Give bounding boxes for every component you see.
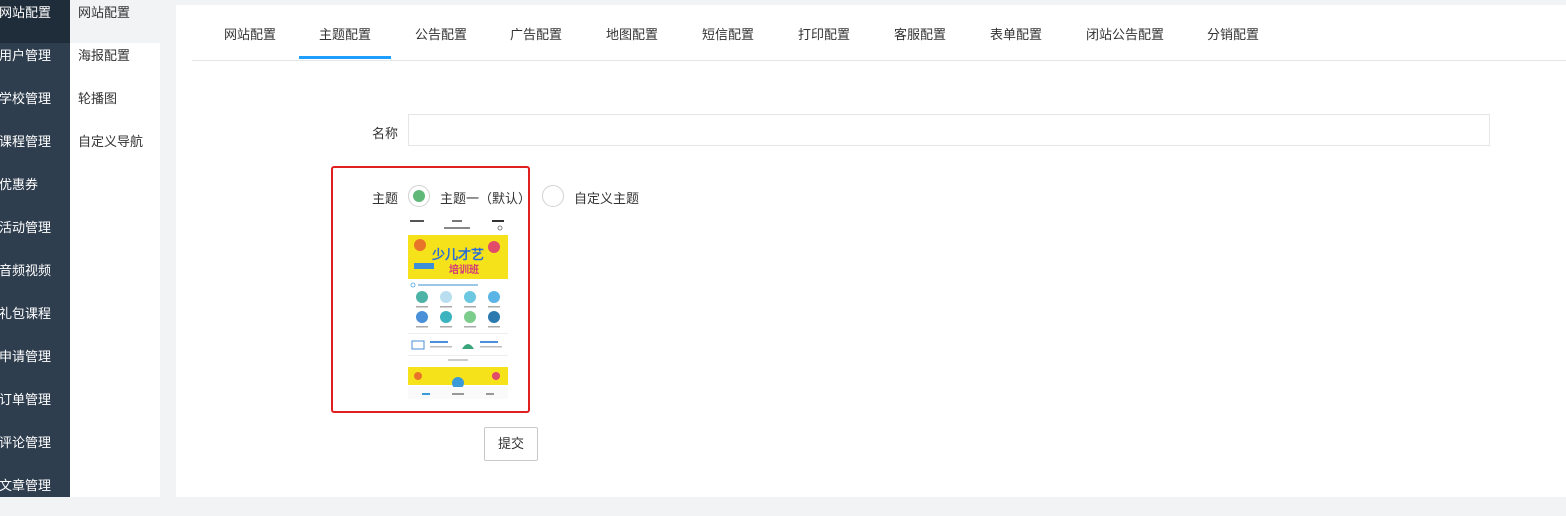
theme-preview-image: 少儿才艺 培训班 xyxy=(408,217,508,399)
tab-sms-config[interactable]: 短信配置 xyxy=(702,5,754,58)
tab-theme-config[interactable]: 主题配置 xyxy=(299,5,392,59)
sidebar-item-media[interactable]: 音频视频 xyxy=(0,258,70,301)
sidebar-item-coupons[interactable]: 优惠券 xyxy=(0,172,70,215)
sidebar-item-activities[interactable]: 活动管理 xyxy=(0,215,70,258)
tab-print-config[interactable]: 打印配置 xyxy=(798,5,850,58)
subnav-item-poster-config[interactable]: 海报配置 xyxy=(70,43,160,86)
sidebar-item-label: 申请管理 xyxy=(0,350,52,365)
tab-form-config[interactable]: 表单配置 xyxy=(990,5,1042,58)
submit-button[interactable]: 提交 xyxy=(484,427,538,461)
main-sidebar: 网站配置 用户管理 学校管理 课程管理 优惠券 活动管理 音频视频 礼包课程 申… xyxy=(0,0,70,497)
sidebar-item-label: 文章管理 xyxy=(0,479,52,494)
sub-navigation: 网站配置 海报配置 轮播图 自定义导航 xyxy=(70,0,160,497)
sidebar-item-label: 网站配置 xyxy=(0,6,52,21)
sidebar-item-users[interactable]: 用户管理 xyxy=(0,43,70,86)
sidebar-item-comments[interactable]: 评论管理 xyxy=(0,430,70,473)
theme-preview-svg: 少儿才艺 培训班 xyxy=(408,217,508,399)
sidebar-item-articles[interactable]: 文章管理 xyxy=(0,473,70,516)
tab-closure-notice-config[interactable]: 闭站公告配置 xyxy=(1086,5,1164,58)
preview-banner-subtitle: 培训班 xyxy=(449,263,479,276)
theme-custom-label[interactable]: 自定义主题 xyxy=(574,188,639,207)
sidebar-item-label: 礼包课程 xyxy=(0,307,52,322)
sidebar-item-label: 学校管理 xyxy=(0,92,52,107)
main-panel: 网站配置 主题配置 公告配置 广告配置 地图配置 短信配置 打印配置 客服配置 … xyxy=(176,5,1566,497)
tab-distribution-config[interactable]: 分销配置 xyxy=(1207,5,1259,58)
sidebar-item-gift-courses[interactable]: 礼包课程 xyxy=(0,301,70,344)
radio-checked-dot xyxy=(413,190,425,202)
sidebar-item-label: 音频视频 xyxy=(0,264,52,279)
sidebar-item-label: 优惠券 xyxy=(0,178,39,193)
tab-service-config[interactable]: 客服配置 xyxy=(894,5,946,58)
tab-ad-config[interactable]: 广告配置 xyxy=(510,5,562,58)
sidebar-item-label: 活动管理 xyxy=(0,221,52,236)
subnav-item-carousel[interactable]: 轮播图 xyxy=(70,86,160,129)
sidebar-item-orders[interactable]: 订单管理 xyxy=(0,387,70,430)
sidebar-item-label: 订单管理 xyxy=(0,393,52,408)
sidebar-item-applications[interactable]: 申请管理 xyxy=(0,344,70,387)
tab-site-config[interactable]: 网站配置 xyxy=(224,5,276,58)
sidebar-item-courses[interactable]: 课程管理 xyxy=(0,129,70,172)
subnav-item-site-config[interactable]: 网站配置 xyxy=(70,0,160,43)
tab-notice-config[interactable]: 公告配置 xyxy=(415,5,467,58)
sidebar-item-label: 用户管理 xyxy=(0,49,52,64)
name-label: 名称 xyxy=(372,127,399,142)
sidebar-item-label: 课程管理 xyxy=(0,135,52,150)
theme-label: 主题 xyxy=(372,192,399,207)
theme-default-radio[interactable] xyxy=(408,185,430,207)
tab-map-config[interactable]: 地图配置 xyxy=(606,5,658,58)
content-gap xyxy=(160,0,176,497)
sidebar-item-schools[interactable]: 学校管理 xyxy=(0,86,70,129)
sidebar-item-label: 评论管理 xyxy=(0,436,52,451)
theme-custom-radio[interactable] xyxy=(542,185,564,207)
sidebar-item-site-config[interactable]: 网站配置 xyxy=(0,0,70,43)
subnav-item-custom-nav[interactable]: 自定义导航 xyxy=(70,129,160,172)
preview-banner-title: 少儿才艺 xyxy=(431,247,484,263)
name-input[interactable] xyxy=(408,114,1490,146)
theme-default-label[interactable]: 主题一（默认） xyxy=(440,188,531,207)
config-tabs: 网站配置 主题配置 公告配置 广告配置 地图配置 短信配置 打印配置 客服配置 … xyxy=(192,5,1566,61)
